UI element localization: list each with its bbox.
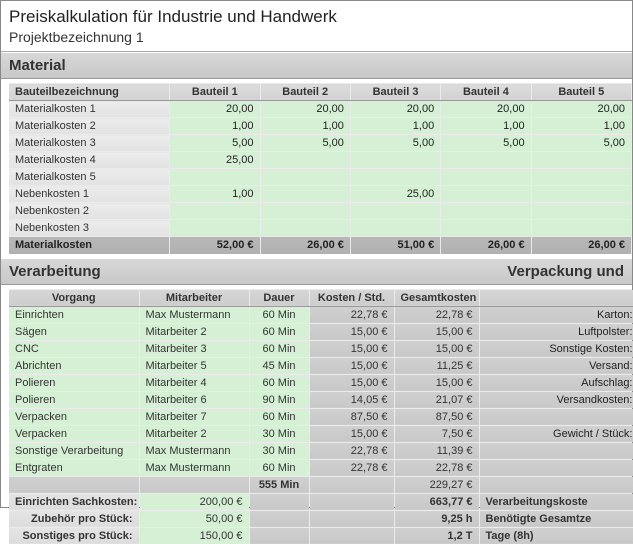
proc-head-tot: Gesamtkosten xyxy=(394,289,479,306)
project-name: Projektbezeichnung 1 xyxy=(9,29,624,45)
table-row: SägenMitarbeiter 260 Min15,00 €15,00 €Lu… xyxy=(9,323,633,340)
summary-row: Zubehör pro Stück: 50,00 € 9,25 h Benöti… xyxy=(9,510,633,527)
table-row: Materialkosten 120,0020,0020,0020,0020,0… xyxy=(9,101,632,118)
processing-table: Vorgang Mitarbeiter Dauer Kosten / Std. … xyxy=(9,289,633,545)
table-row: PolierenMitarbeiter 690 Min14,05 €21,07 … xyxy=(9,391,633,408)
material-head-c2: Bauteil 3 xyxy=(350,84,440,101)
table-row: Materialkosten 5 xyxy=(9,169,632,186)
table-row: Materialkosten 21,001,001,001,001,00 xyxy=(9,118,632,135)
table-row: Materialkosten 35,005,005,005,005,00 xyxy=(9,135,632,152)
table-row: EntgratenMax Mustermann60 Min22,78 €22,7… xyxy=(9,459,633,476)
material-head-c4: Bauteil 5 xyxy=(531,84,631,101)
table-row: Sonstige VerarbeitungMax Mustermann30 Mi… xyxy=(9,442,633,459)
proc-head-op: Vorgang xyxy=(9,289,139,306)
proc-head-dur: Dauer xyxy=(249,289,309,306)
summary-row: Sonstiges pro Stück: 150,00 € 1,2 T Tage… xyxy=(9,527,633,544)
material-table: Bauteilbezeichnung Bauteil 1 Bauteil 2 B… xyxy=(9,83,632,254)
table-row: Nebenkosten 2 xyxy=(9,203,632,220)
proc-head-emp: Mitarbeiter xyxy=(139,289,249,306)
table-row: Nebenkosten 3 xyxy=(9,220,632,237)
table-row: VerpackenMitarbeiter 230 Min15,00 €7,50 … xyxy=(9,425,633,442)
table-row: PolierenMitarbeiter 460 Min15,00 €15,00 … xyxy=(9,374,633,391)
material-total-row: Materialkosten 52,00 € 26,00 € 51,00 € 2… xyxy=(9,237,632,254)
table-row: Materialkosten 425,00 xyxy=(9,152,632,169)
table-row: AbrichtenMitarbeiter 545 Min15,00 €11,25… xyxy=(9,357,633,374)
duration-total: 555 Min xyxy=(249,476,309,493)
section-processing: Verarbeitung Verpackung und xyxy=(1,258,632,285)
table-row: CNCMitarbeiter 360 Min15,00 €15,00 €Sons… xyxy=(9,340,633,357)
page-title: Preiskalkulation für Industrie und Handw… xyxy=(9,7,624,27)
proc-head-rate: Kosten / Std. xyxy=(309,289,394,306)
material-head-c3: Bauteil 4 xyxy=(441,84,531,101)
section-packaging: Verpackung und xyxy=(507,263,624,280)
table-row: VerpackenMitarbeiter 760 Min87,50 €87,50… xyxy=(9,408,633,425)
material-head-c0: Bauteil 1 xyxy=(170,84,260,101)
material-head-label: Bauteilbezeichnung xyxy=(9,84,170,101)
table-row: EinrichtenMax Mustermann60 Min22,78 €22,… xyxy=(9,306,633,323)
proc-total-row: 555 Min 229,27 € xyxy=(9,476,633,493)
material-head-c1: Bauteil 2 xyxy=(260,84,350,101)
summary-row: Einrichten Sachkosten: 200,00 € 663,77 €… xyxy=(9,493,633,510)
cost-total: 229,27 € xyxy=(394,476,479,493)
table-row: Nebenkosten 11,0025,00 xyxy=(9,186,632,203)
section-material: Material xyxy=(1,52,632,79)
